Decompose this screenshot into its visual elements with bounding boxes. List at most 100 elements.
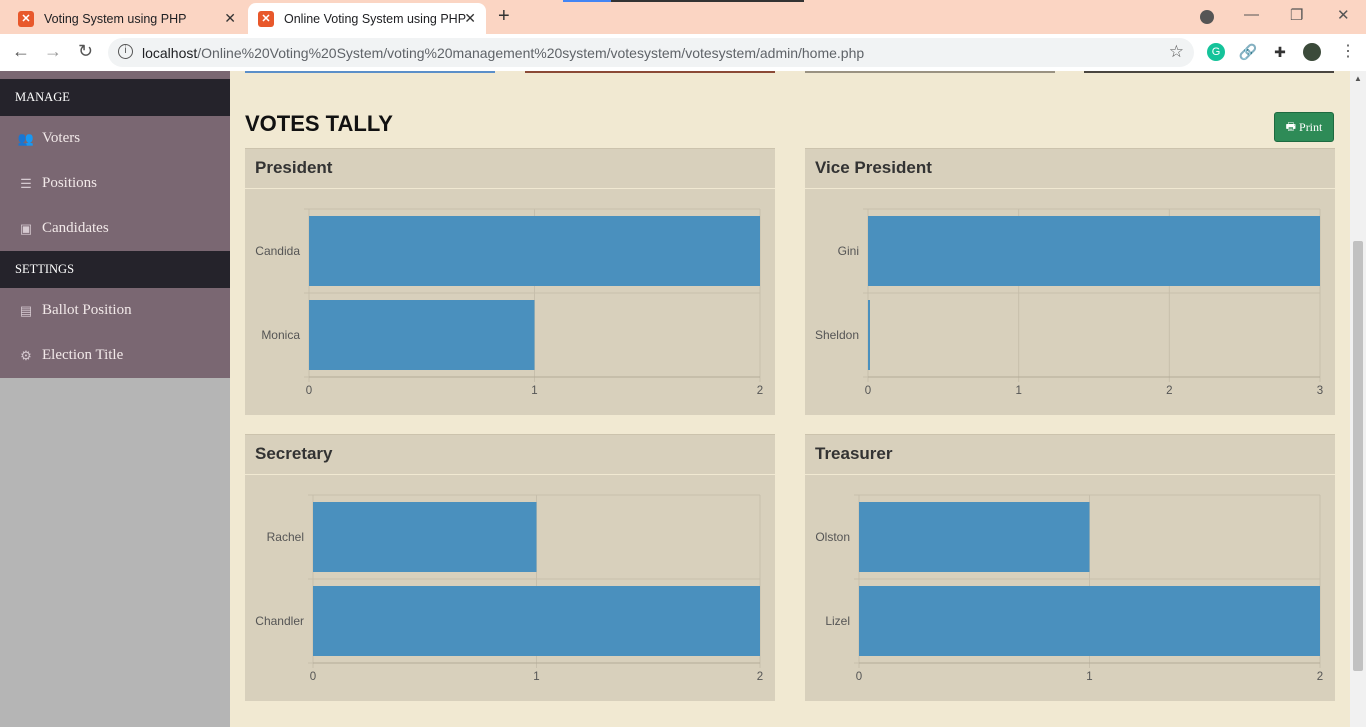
chart-president: Candida Monica 0 1 2 [255,208,763,397]
sidebar-item-label: Positions [42,175,98,191]
print-label: Print [1299,119,1323,134]
browser-toolbar: ← → ↻ i localhost/Online%20Voting%20Syst… [0,34,1366,71]
bookmark-star-icon[interactable]: ☆ [1169,42,1184,62]
chart-treasurer: Olston Lizel 0 1 2 [815,494,1323,683]
summary-box-edge [525,71,775,73]
bar [313,586,760,656]
tick-label: 0 [856,671,862,683]
bar [309,300,535,370]
browser-tab-1[interactable]: ✕ Voting System using PHP ✕ [8,3,246,34]
url-path: /Online%20Voting%20System/voting%20manag… [197,44,865,61]
tick-label: 2 [757,385,763,397]
xampp-favicon-icon: ✕ [18,10,34,27]
tab-strip-accent-dark [611,0,804,2]
tab-title: Voting System using PHP [44,11,187,26]
tick-label: 2 [1166,385,1172,397]
tab-search-icon[interactable] [1200,10,1214,24]
file-icon: ▤ [19,302,33,318]
sidebar-item-label: Ballot Position [42,302,132,318]
page-scrollbar[interactable]: ▲ [1350,71,1366,727]
tab-close-icon[interactable]: ✕ [224,10,236,27]
users-icon: 👥 [17,130,35,146]
app-viewport: MANAGE 👥 Voters ☰ Positions ▣ Candidates… [0,71,1366,727]
sidebar: MANAGE 👥 Voters ☰ Positions ▣ Candidates… [0,71,230,727]
sidebar-item-ballot-position[interactable]: ▤ Ballot Position [0,288,230,333]
category-label: Monica [261,328,300,342]
bar [313,502,537,572]
sidebar-item-label: Voters [42,130,81,146]
tick-label: 2 [757,671,763,683]
tick-label: 1 [1086,671,1092,683]
reload-icon[interactable]: ↻ [78,41,93,62]
category-label: Chandler [255,614,304,628]
browser-tab-bar: ✕ Voting System using PHP ✕ ✕ Online Vot… [0,0,1366,34]
tally-box-president: President Candida Monica 0 1 2 [245,148,775,415]
box-title: President [255,158,333,177]
minimize-icon[interactable]: — [1244,6,1259,23]
category-label: Lizel [825,614,850,628]
sidebar-item-candidates[interactable]: ▣ Candidates [0,206,230,251]
category-label: Sheldon [815,328,859,342]
box-title: Secretary [255,444,333,463]
tick-label: 0 [865,385,871,397]
summary-box-edge [805,71,1055,73]
tick-label: 3 [1317,385,1323,397]
tab-close-icon[interactable]: ✕ [464,10,476,27]
browser-menu-icon[interactable]: ⋮ [1340,41,1356,61]
page-title: VOTES TALLY [245,111,393,136]
tally-box-treasurer: Treasurer Olston Lizel 0 1 2 [805,434,1335,701]
print-button[interactable]: 🖶 Print [1274,112,1334,142]
extensions-puzzle-icon[interactable]: ✚ [1271,43,1289,61]
tally-box-secretary: Secretary Rachel Chandler 0 1 2 [245,434,775,701]
new-tab-plus-icon[interactable]: + [498,5,510,28]
summary-box-edge [245,71,495,73]
sidebar-header-settings: SETTINGS [0,251,230,288]
url-host: localhost [142,44,198,61]
bar [859,502,1090,572]
link-extension-icon[interactable]: 🔗 [1239,43,1258,61]
tick-label: 0 [306,385,312,397]
browser-tab-2[interactable]: ✕ Online Voting System using PHP ✕ [248,3,486,34]
box-title: Treasurer [815,444,893,463]
tick-label: 1 [1015,385,1021,397]
scroll-thumb[interactable] [1353,241,1363,671]
sidebar-item-voters[interactable]: 👥 Voters [0,116,230,161]
restore-icon[interactable]: ❐ [1290,6,1303,24]
tick-label: 1 [531,385,537,397]
tick-label: 1 [533,671,539,683]
summary-box-edge [1084,71,1334,73]
main-content: VOTES TALLY 🖶 Print President Candida Mon… [230,71,1350,727]
site-info-icon[interactable]: i [118,44,133,59]
forward-arrow-icon[interactable]: → [44,41,62,62]
box-title: Vice President [815,158,932,177]
sidebar-item-positions[interactable]: ☰ Positions [0,161,230,206]
print-icon: 🖶 [1285,120,1297,133]
tab-strip-accent [563,0,611,2]
tally-box-vice-president: Vice President Gini Sheldon 0 1 2 3 [805,148,1335,415]
cogs-icon: ⚙ [20,347,32,363]
sidebar-item-election-title[interactable]: ⚙ Election Title [0,333,230,378]
bar [868,300,870,370]
scroll-up-arrow-icon[interactable]: ▲ [1354,74,1362,83]
sidebar-item-label: Election Title [42,347,124,363]
candidate-icon: ▣ [19,220,33,236]
category-label: Gini [838,244,859,258]
tab-title: Online Voting System using PHP [284,11,467,26]
back-arrow-icon[interactable]: ← [12,41,30,62]
tick-label: 0 [310,671,316,683]
grammarly-icon[interactable]: G [1207,43,1225,61]
window-close-icon[interactable]: ✕ [1337,6,1350,24]
chart-secretary: Rachel Chandler 0 1 2 [255,494,763,683]
category-label: Rachel [267,530,304,544]
bar [309,216,760,286]
sidebar-top-edge [0,71,230,79]
chart-vice-president: Gini Sheldon 0 1 2 3 [815,208,1323,397]
bar [868,216,1320,286]
sidebar-header-manage: MANAGE [0,79,230,116]
category-label: Candida [255,244,300,258]
address-bar[interactable]: i localhost/Online%20Voting%20System/vot… [108,38,1194,67]
xampp-favicon-icon: ✕ [258,10,274,27]
profile-avatar[interactable] [1303,43,1321,61]
bar [859,586,1320,656]
sidebar-item-label: Candidates [42,220,109,236]
